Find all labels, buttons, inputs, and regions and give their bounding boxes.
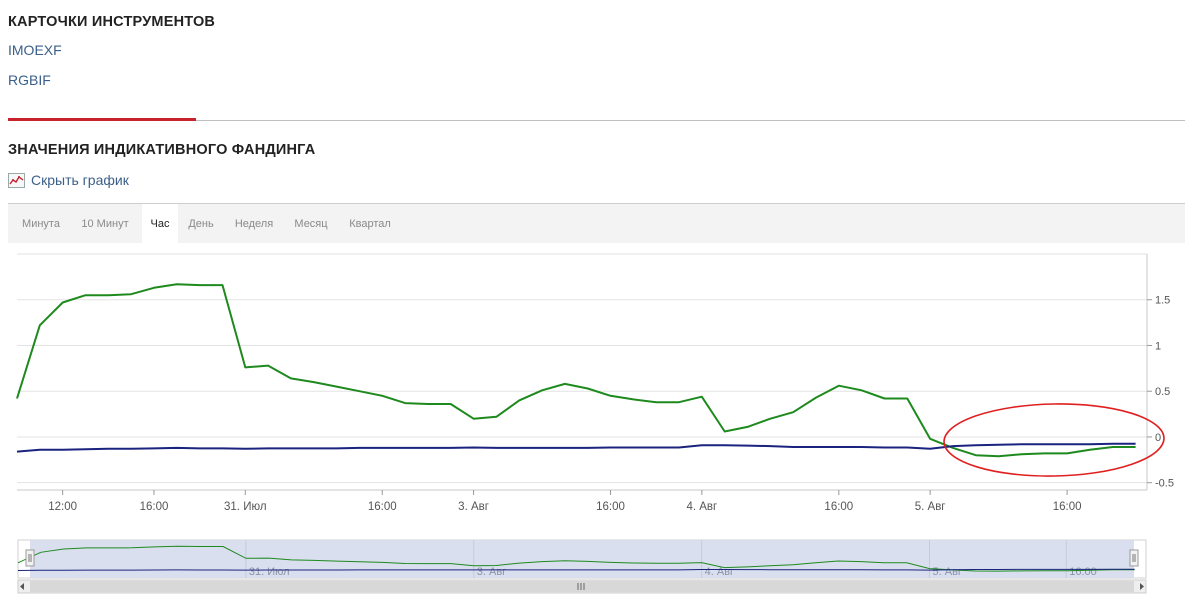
x-tick-label: 16:00 bbox=[368, 501, 397, 513]
x-tick-label: 12:00 bbox=[48, 501, 77, 513]
line-chart-icon bbox=[8, 172, 25, 188]
tab-day[interactable]: День bbox=[184, 204, 218, 243]
tab-minute[interactable]: Минута bbox=[16, 204, 66, 243]
x-tick-label: 16:00 bbox=[596, 501, 625, 513]
navigator-scrollbar[interactable] bbox=[17, 579, 1147, 594]
chart-navigator[interactable]: 31. Июл 3. Авг 4. Авг 5. Авг 16:00 bbox=[0, 538, 1185, 598]
tab-hour[interactable]: Час bbox=[142, 204, 178, 243]
navigator-selection[interactable] bbox=[30, 540, 1134, 578]
x-tick-label: 16:00 bbox=[140, 501, 169, 513]
instrument-link-rgbif[interactable]: RGBIF bbox=[8, 72, 51, 88]
y-tick-label: 1.5 bbox=[1155, 295, 1170, 307]
y-tick-label: 0.5 bbox=[1155, 386, 1170, 398]
tab-10-minutes[interactable]: 10 Минут bbox=[74, 204, 136, 243]
x-tick-label: 5. Авг bbox=[915, 501, 946, 513]
funding-title: ЗНАЧЕНИЯ ИНДИКАТИВНОГО ФАНДИНГА bbox=[8, 142, 316, 158]
navigator-label: 3. Авг bbox=[477, 566, 506, 578]
navigator-handle-left[interactable] bbox=[25, 549, 35, 567]
x-axis-ticks: 12:00 16:00 31. Июл 16:00 3. Авг 16:00 4. Авг 1… bbox=[48, 490, 1081, 513]
funding-chart: -0.5 0 0.5 1 1.5 12:00 16:00 31. Июл 16:00 3. Ав… bbox=[16, 253, 1174, 513]
tab-quarter[interactable]: Квартал bbox=[342, 204, 398, 243]
tab-month[interactable]: Месяц bbox=[288, 204, 334, 243]
y-tick-label: 0 bbox=[1155, 432, 1161, 444]
hide-chart-button[interactable]: Скрыть график bbox=[8, 170, 129, 190]
navigator-handle-right[interactable] bbox=[1129, 549, 1139, 567]
tab-week[interactable]: Неделя bbox=[228, 204, 280, 243]
x-tick-label: 3. Авг bbox=[458, 501, 489, 513]
instrument-link-imoexf[interactable]: IMOEXF bbox=[8, 42, 62, 58]
series-line-green bbox=[16, 283, 1136, 458]
series-line-blue bbox=[16, 442, 1136, 453]
hide-chart-label: Скрыть график bbox=[31, 172, 129, 188]
navigator-label: 31. Июл bbox=[249, 566, 290, 578]
navigator-label: 5. Авг bbox=[933, 566, 962, 578]
period-tabbar: Минута 10 Минут Час День Неделя Месяц Кв… bbox=[8, 203, 1185, 243]
y-tick-label: -0.5 bbox=[1155, 478, 1174, 490]
chart-series bbox=[16, 283, 1136, 458]
x-tick-label: 16:00 bbox=[1053, 501, 1082, 513]
navigator-label: 16:00 bbox=[1069, 566, 1097, 578]
annotation-circle bbox=[943, 403, 1165, 477]
x-tick-label: 16:00 bbox=[824, 501, 853, 513]
x-tick-label: 31. Июл bbox=[224, 501, 267, 513]
x-tick-label: 4. Авг bbox=[686, 501, 717, 513]
active-section-underline bbox=[8, 118, 196, 121]
y-axis-ticks: -0.5 0 0.5 1 1.5 bbox=[1147, 295, 1174, 490]
y-tick-label: 1 bbox=[1155, 340, 1161, 352]
instruments-title: КАРТОЧКИ ИНСТРУМЕНТОВ bbox=[8, 14, 216, 30]
